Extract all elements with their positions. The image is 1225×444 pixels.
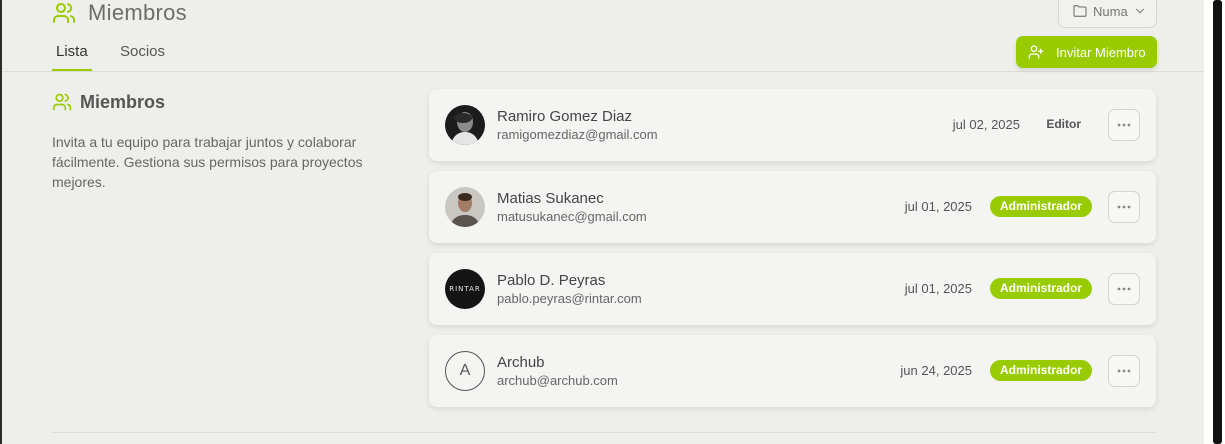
invite-member-label: Invitar Miembro bbox=[1056, 44, 1146, 60]
divider bbox=[52, 432, 1157, 433]
ellipsis-icon bbox=[1117, 205, 1131, 209]
app-window: Miembros Numa Lista Socios Invitar Miemb… bbox=[0, 0, 1204, 444]
avatar: RINTAR bbox=[445, 269, 485, 309]
member-email: matusukanec@gmail.com bbox=[497, 209, 647, 224]
ellipsis-icon bbox=[1117, 123, 1131, 127]
member-name: Archub bbox=[497, 354, 545, 371]
member-name: Matias Sukanec bbox=[497, 190, 604, 207]
section-title: Miembros bbox=[80, 92, 166, 112]
more-options-button[interactable] bbox=[1108, 273, 1140, 305]
chevron-down-icon bbox=[1135, 8, 1144, 14]
member-card: Ramiro Gomez Diaz ramigomezdiaz@gmail.co… bbox=[429, 89, 1156, 161]
folder-icon bbox=[1073, 4, 1087, 17]
section-description: Invita a tu equipo para trabajar juntos … bbox=[52, 134, 363, 190]
member-date: jun 24, 2025 bbox=[900, 363, 972, 378]
more-options-button[interactable] bbox=[1108, 191, 1140, 223]
tab-lista[interactable]: Lista bbox=[56, 43, 88, 60]
page-title: Miembros bbox=[88, 0, 187, 25]
member-card: Matias Sukanec matusukanec@gmail.com jul… bbox=[429, 171, 1156, 243]
page-header: Miembros Numa Lista Socios Invitar Miemb… bbox=[2, 0, 1204, 72]
member-card: RINTAR Pablo D. Peyras pablo.peyras@rint… bbox=[429, 253, 1156, 325]
scrollbar[interactable] bbox=[1213, 0, 1222, 444]
users-icon bbox=[52, 93, 72, 111]
member-date: jul 02, 2025 bbox=[952, 117, 1020, 132]
project-selector[interactable]: Numa bbox=[1058, 0, 1157, 28]
ellipsis-icon bbox=[1117, 369, 1131, 373]
avatar: A bbox=[445, 351, 485, 391]
member-email: archub@archub.com bbox=[497, 373, 618, 388]
users-icon bbox=[53, 3, 76, 23]
member-card: A Archub archub@archub.com jun 24, 2025 … bbox=[429, 335, 1156, 407]
member-date: jul 01, 2025 bbox=[904, 199, 972, 214]
member-email: pablo.peyras@rintar.com bbox=[497, 291, 642, 306]
member-email: ramigomezdiaz@gmail.com bbox=[497, 127, 658, 142]
tab-socios[interactable]: Socios bbox=[120, 43, 165, 60]
more-options-button[interactable] bbox=[1108, 355, 1140, 387]
avatar-initial: A bbox=[459, 362, 471, 379]
member-name: Ramiro Gomez Diaz bbox=[497, 108, 633, 125]
member-date: jul 01, 2025 bbox=[904, 281, 972, 296]
role-label: Editor bbox=[1046, 117, 1081, 131]
member-name: Pablo D. Peyras bbox=[497, 272, 606, 289]
more-options-button[interactable] bbox=[1108, 109, 1140, 141]
avatar-logo-text: RINTAR bbox=[449, 285, 481, 293]
ellipsis-icon bbox=[1117, 287, 1131, 291]
role-badge: Administrador bbox=[989, 360, 1092, 381]
role-badge: Administrador bbox=[989, 278, 1092, 299]
active-tab-indicator bbox=[52, 69, 92, 71]
avatar bbox=[445, 105, 485, 145]
user-plus-icon bbox=[1028, 45, 1044, 59]
invite-member-button[interactable]: Invitar Miembro bbox=[1016, 36, 1157, 68]
avatar bbox=[445, 187, 485, 227]
role-badge: Administrador bbox=[989, 196, 1092, 217]
project-selector-label: Numa bbox=[1093, 3, 1128, 19]
